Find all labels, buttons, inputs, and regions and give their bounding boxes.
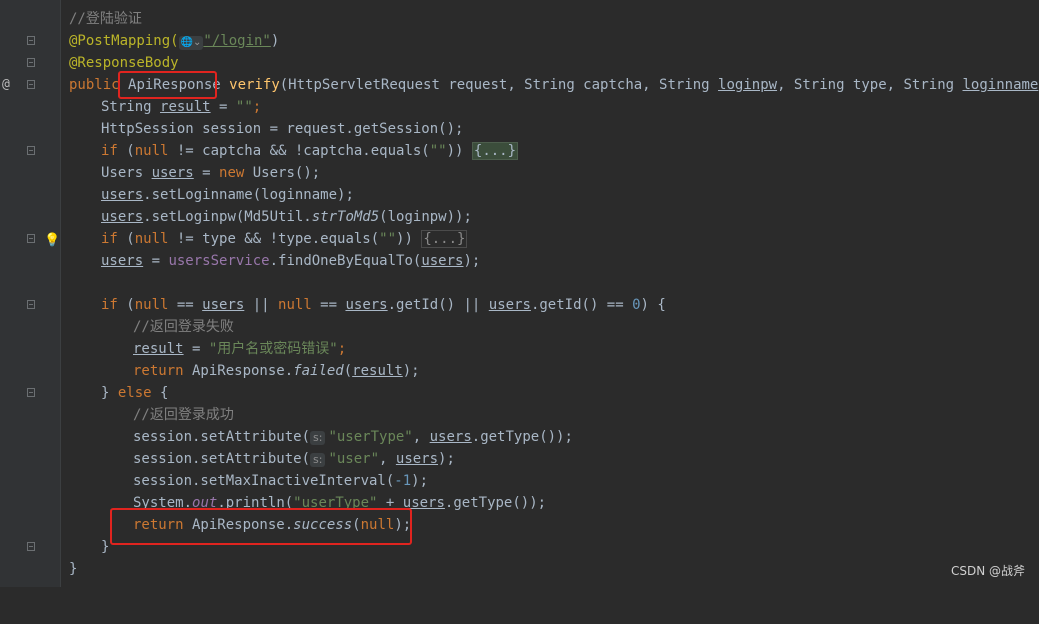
code-line[interactable]: String result = ""; xyxy=(0,96,1039,118)
fold-icon[interactable] xyxy=(27,542,35,551)
code-line[interactable]: if (null != captcha && !captcha.equals("… xyxy=(0,140,1039,162)
code-line[interactable]: } xyxy=(0,558,1039,580)
code-line[interactable]: Users users = new Users(); xyxy=(0,162,1039,184)
fold-icon[interactable] xyxy=(27,80,35,89)
endpoint-path[interactable]: "/login" xyxy=(203,33,270,49)
code-line[interactable]: return ApiResponse.failed(result); xyxy=(0,360,1039,382)
fold-icon[interactable] xyxy=(27,388,35,397)
code-line[interactable]: //返回登录成功 xyxy=(0,404,1039,426)
code-line[interactable]: session.setMaxInactiveInterval(-1); xyxy=(0,470,1039,492)
fold-icon[interactable] xyxy=(27,36,35,45)
code-line[interactable]: users.setLoginname(loginname); xyxy=(0,184,1039,206)
code-line[interactable]: @PostMapping(🌐⌄ "/login") xyxy=(0,30,1039,52)
code-editor[interactable]: //登陆验证 @PostMapping(🌐⌄ "/login") @Respons… xyxy=(0,0,1039,587)
override-marker-icon[interactable]: @ xyxy=(2,74,10,96)
code-line[interactable]: users.setLoginpw(Md5Util.strToMd5(loginp… xyxy=(0,206,1039,228)
code-line[interactable]: session.setAttribute(s: "userType", users… xyxy=(0,426,1039,448)
folded-block[interactable]: {...} xyxy=(471,142,519,160)
code-line[interactable]: 💡 if (null != type && !type.equals("")) … xyxy=(0,228,1039,250)
code-line[interactable]: users = usersService.findOneByEqualTo(us… xyxy=(0,250,1039,272)
highlight-box-return-type xyxy=(118,71,217,99)
code-line[interactable]: //登陆验证 xyxy=(0,8,1039,30)
comment: //返回登录失败 xyxy=(133,319,234,335)
fold-icon[interactable] xyxy=(27,58,35,67)
fold-icon[interactable] xyxy=(27,300,35,309)
code-line[interactable]: result = "用户名或密码错误"; xyxy=(0,338,1039,360)
lightbulb-icon[interactable]: 💡 xyxy=(44,230,60,252)
code-line[interactable]: HttpSession session = request.getSession… xyxy=(0,118,1039,140)
folded-block[interactable]: {...} xyxy=(421,230,468,248)
code-line[interactable]: if (null == users || null == users.getId… xyxy=(0,294,1039,316)
code-line[interactable]: //返回登录失败 xyxy=(0,316,1039,338)
fold-icon[interactable] xyxy=(27,234,35,243)
watermark: CSDN @战斧 xyxy=(950,564,1025,578)
parameter-hint: s: xyxy=(310,453,326,467)
code-line[interactable]: session.setAttribute(s: "user", users); xyxy=(0,448,1039,470)
parameter-hint: s: xyxy=(310,431,326,445)
code-line[interactable]: } else { xyxy=(0,382,1039,404)
comment: //登陆验证 xyxy=(69,11,142,27)
method-name: verify xyxy=(229,77,280,93)
fold-icon[interactable] xyxy=(27,146,35,155)
highlight-box-return-success xyxy=(110,508,412,545)
comment: //返回登录成功 xyxy=(133,407,234,423)
web-endpoint-icon[interactable]: 🌐⌄ xyxy=(178,36,204,50)
